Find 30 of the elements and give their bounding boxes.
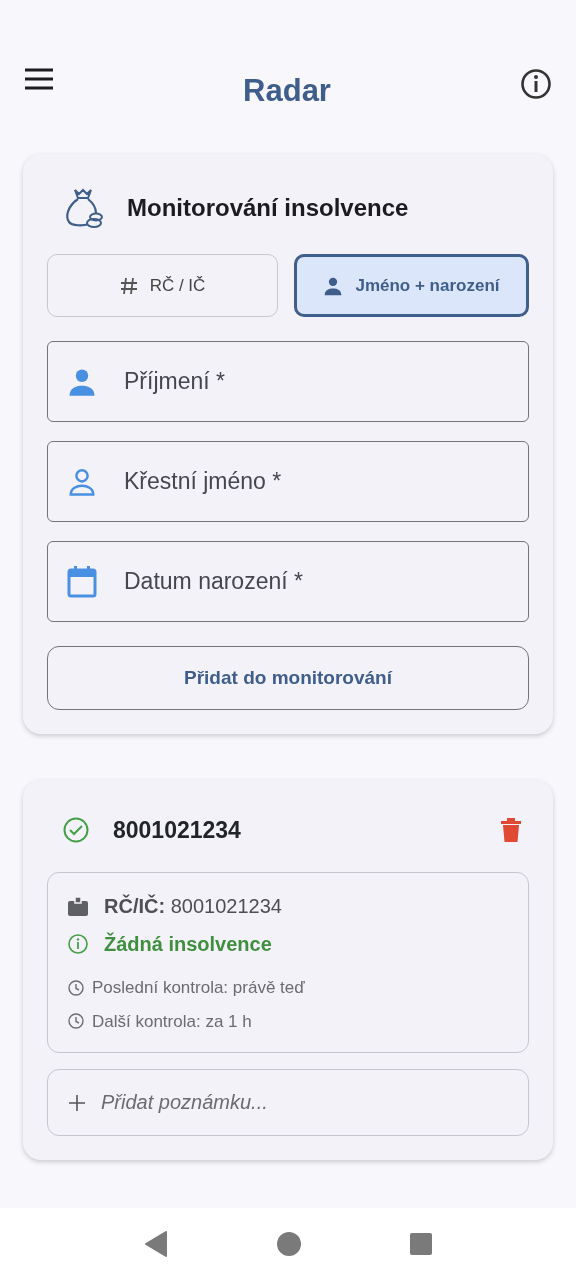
clock-icon [68, 979, 84, 996]
calendar-icon [67, 565, 97, 598]
card-title: Monitorování insolvence [127, 193, 409, 223]
note-field[interactable]: Přidat poznámku... [47, 1069, 529, 1136]
input-field[interactable]: Křestní jméno * [47, 441, 529, 522]
info-icon [68, 934, 88, 954]
id-line: RČ/IČ: 8001021234 [104, 893, 282, 919]
info-icon[interactable] [520, 68, 552, 100]
mode-tab[interactable]: Jméno + narození [294, 254, 529, 317]
menu-icon[interactable] [24, 68, 54, 90]
check-time: Poslední kontrola: právě teď [92, 977, 305, 999]
plus-icon [69, 1094, 85, 1111]
id-badge-icon [68, 896, 88, 916]
check-time: Další kontrola: za 1 h [92, 1010, 252, 1033]
delete-icon[interactable] [501, 818, 521, 842]
hash-icon [119, 276, 138, 295]
status-text: Žádná insolvence [104, 931, 272, 957]
entry-title: 8001021234 [113, 815, 241, 845]
money-bag-icon [63, 186, 103, 230]
person-icon [67, 466, 97, 497]
input-field[interactable]: Příjmení * [47, 341, 529, 422]
clock-icon [68, 1013, 84, 1030]
add-button[interactable]: Přidat do monitorování [47, 646, 529, 710]
input-field[interactable]: Datum narození * [47, 541, 529, 622]
back-icon[interactable] [144, 1231, 168, 1257]
home-icon[interactable] [276, 1231, 302, 1257]
person-icon [323, 275, 344, 296]
check-circle-icon [63, 817, 89, 843]
mode-tab[interactable]: RČ / IČ [47, 254, 278, 317]
app-title: Radar [243, 72, 331, 110]
